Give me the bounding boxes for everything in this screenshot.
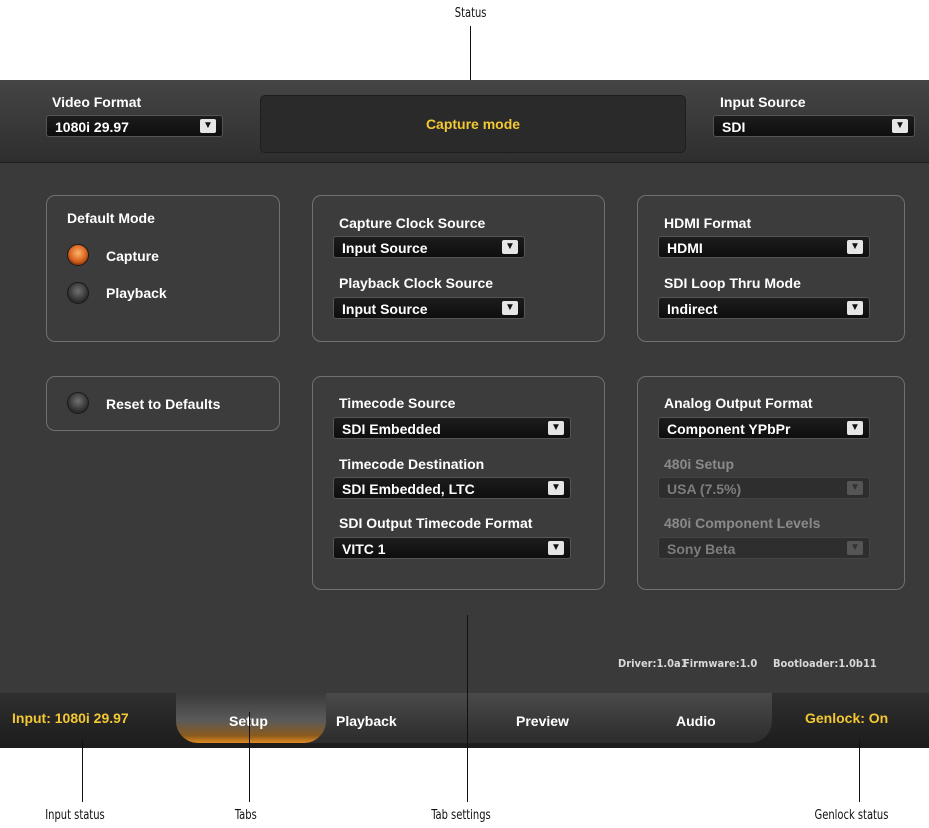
input-source-label: Input Source bbox=[720, 94, 806, 110]
chevron-down-icon: ▼ bbox=[548, 421, 564, 435]
timecode-panel: Timecode Source SDI Embedded ▼ Timecode … bbox=[312, 376, 605, 590]
input-status: Input: 1080i 29.97 bbox=[12, 710, 129, 726]
playback-radio-label: Playback bbox=[106, 285, 167, 301]
default-mode-panel: Default Mode Capture Playback bbox=[46, 195, 280, 342]
playback-clock-value: Input Source bbox=[342, 301, 428, 317]
tab-audio[interactable]: Audio bbox=[676, 713, 716, 729]
video-format-value: 1080i 29.97 bbox=[55, 119, 129, 135]
clock-source-panel: Capture Clock Source Input Source ▼ Play… bbox=[312, 195, 605, 342]
callout-status: Status bbox=[454, 6, 487, 21]
playback-radio[interactable] bbox=[67, 282, 89, 304]
callout-genlock-line bbox=[859, 740, 860, 802]
480i-setup-select[interactable]: USA (7.5%) ▼ bbox=[658, 477, 870, 499]
chevron-down-icon: ▼ bbox=[200, 119, 216, 133]
chevron-down-icon: ▼ bbox=[847, 301, 863, 315]
hdmi-panel: HDMI Format HDMI ▼ SDI Loop Thru Mode In… bbox=[637, 195, 905, 342]
callout-input-line bbox=[82, 740, 83, 802]
callout-tab-settings: Tab settings bbox=[431, 808, 491, 823]
input-source-select[interactable]: SDI ▼ bbox=[713, 115, 915, 137]
video-format-label: Video Format bbox=[52, 94, 142, 110]
callout-input-status: Input status bbox=[45, 808, 105, 823]
timecode-destination-select[interactable]: SDI Embedded, LTC ▼ bbox=[333, 477, 571, 499]
callout-tabs-line bbox=[249, 712, 250, 802]
bootloader-version: Bootloader:1.0b11 bbox=[773, 657, 877, 670]
timecode-source-value: SDI Embedded bbox=[342, 421, 441, 437]
video-format-select[interactable]: 1080i 29.97 ▼ bbox=[46, 115, 223, 137]
480i-setup-value: USA (7.5%) bbox=[667, 481, 742, 497]
hdmi-format-select[interactable]: HDMI ▼ bbox=[658, 236, 870, 258]
tab-settings-area: Default Mode Capture Playback Reset to D… bbox=[0, 163, 929, 693]
status-text: Capture mode bbox=[425, 116, 521, 132]
480i-levels-select[interactable]: Sony Beta ▼ bbox=[658, 537, 870, 559]
reset-defaults-button[interactable] bbox=[67, 392, 89, 414]
callout-tab-settings-line bbox=[467, 615, 468, 802]
capture-radio[interactable] bbox=[67, 244, 89, 266]
firmware-version: Firmware:1.0 bbox=[683, 657, 758, 670]
chevron-down-icon: ▼ bbox=[548, 481, 564, 495]
chevron-down-icon: ▼ bbox=[847, 481, 863, 495]
callout-tabs: Tabs bbox=[234, 808, 257, 823]
capture-clock-label: Capture Clock Source bbox=[339, 215, 486, 231]
480i-levels-value: Sony Beta bbox=[667, 541, 736, 557]
timecode-destination-label: Timecode Destination bbox=[339, 456, 485, 472]
480i-levels-label: 480i Component Levels bbox=[664, 515, 821, 531]
sdi-loop-value: Indirect bbox=[667, 301, 718, 317]
app-window: Video Format 1080i 29.97 ▼ Capture mode … bbox=[0, 80, 929, 748]
status-display: Capture mode bbox=[260, 95, 686, 153]
driver-version: Driver:1.0a1 bbox=[618, 657, 688, 670]
chevron-down-icon: ▼ bbox=[892, 119, 908, 133]
tab-bar: Setup Playback Preview Audio bbox=[176, 693, 772, 743]
tab-preview[interactable]: Preview bbox=[516, 713, 569, 729]
chevron-down-icon: ▼ bbox=[847, 421, 863, 435]
sdi-loop-select[interactable]: Indirect ▼ bbox=[658, 297, 870, 319]
capture-radio-label: Capture bbox=[106, 248, 159, 264]
analog-format-select[interactable]: Component YPbPr ▼ bbox=[658, 417, 870, 439]
tab-playback[interactable]: Playback bbox=[336, 713, 397, 729]
chevron-down-icon: ▼ bbox=[847, 240, 863, 254]
chevron-down-icon: ▼ bbox=[847, 541, 863, 555]
timecode-destination-value: SDI Embedded, LTC bbox=[342, 481, 475, 497]
sdi-output-timecode-label: SDI Output Timecode Format bbox=[339, 515, 533, 531]
top-bar: Video Format 1080i 29.97 ▼ Capture mode … bbox=[0, 80, 929, 163]
capture-clock-select[interactable]: Input Source ▼ bbox=[333, 236, 525, 258]
analog-format-label: Analog Output Format bbox=[664, 395, 813, 411]
analog-output-panel: Analog Output Format Component YPbPr ▼ 4… bbox=[637, 376, 905, 590]
input-source-value: SDI bbox=[722, 119, 746, 135]
analog-format-value: Component YPbPr bbox=[667, 421, 791, 437]
capture-clock-value: Input Source bbox=[342, 240, 428, 256]
playback-clock-label: Playback Clock Source bbox=[339, 275, 494, 291]
reset-defaults-label: Reset to Defaults bbox=[106, 396, 221, 412]
bottom-bar: Input: 1080i 29.97 Setup Playback Previe… bbox=[0, 693, 929, 748]
callout-genlock-status: Genlock status bbox=[814, 808, 889, 823]
playback-clock-select[interactable]: Input Source ▼ bbox=[333, 297, 525, 319]
chevron-down-icon: ▼ bbox=[502, 240, 518, 254]
hdmi-format-label: HDMI Format bbox=[664, 215, 752, 231]
sdi-output-timecode-select[interactable]: VITC 1 ▼ bbox=[333, 537, 571, 559]
480i-setup-label: 480i Setup bbox=[664, 456, 735, 472]
chevron-down-icon: ▼ bbox=[548, 541, 564, 555]
sdi-loop-label: SDI Loop Thru Mode bbox=[664, 275, 801, 291]
sdi-output-timecode-value: VITC 1 bbox=[342, 541, 386, 557]
timecode-source-select[interactable]: SDI Embedded ▼ bbox=[333, 417, 571, 439]
genlock-status: Genlock: On bbox=[805, 710, 889, 726]
default-mode-title: Default Mode bbox=[67, 210, 155, 226]
reset-defaults-panel[interactable]: Reset to Defaults bbox=[46, 376, 280, 431]
hdmi-format-value: HDMI bbox=[667, 240, 703, 256]
timecode-source-label: Timecode Source bbox=[339, 395, 456, 411]
chevron-down-icon: ▼ bbox=[502, 301, 518, 315]
